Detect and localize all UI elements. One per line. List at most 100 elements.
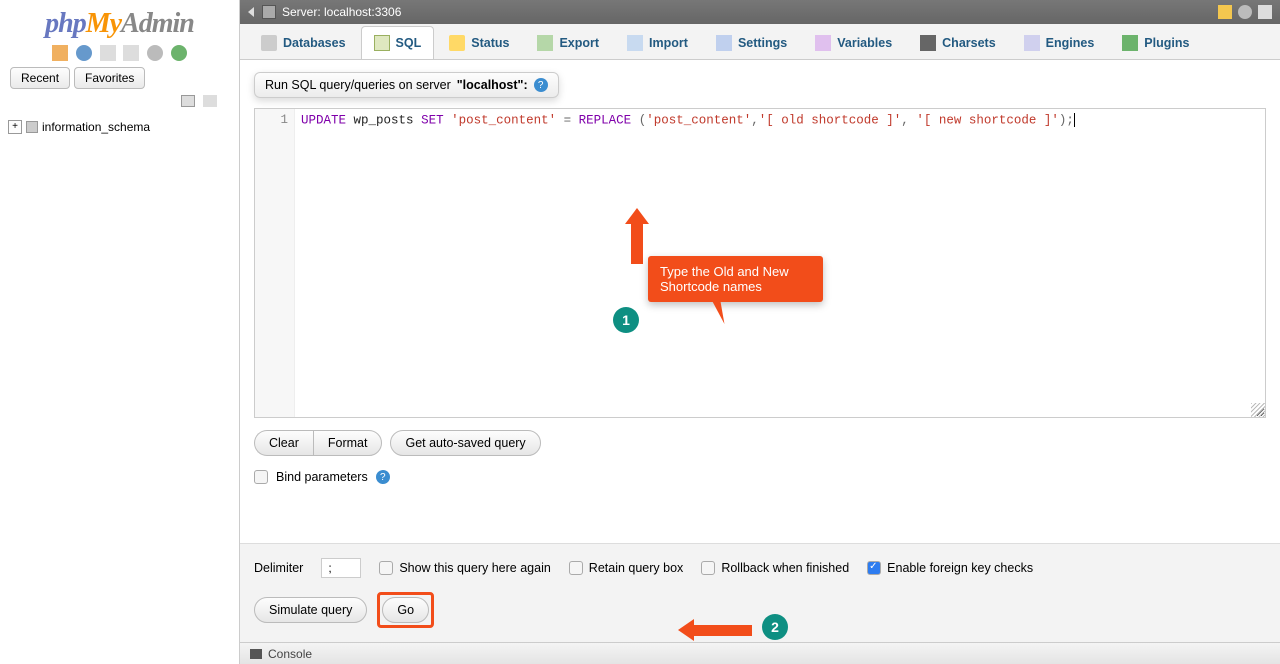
tab-label: Databases [283,36,346,50]
import-icon [627,35,643,51]
help-icon[interactable]: ? [534,78,548,92]
resize-handle[interactable] [1251,403,1265,417]
editor-gutter: 1 [255,109,295,417]
tab-databases[interactable]: Databases [248,26,359,59]
tab-settings[interactable]: Settings [703,26,800,59]
fk-checks-checkbox[interactable] [867,561,881,575]
clear-format-group: Clear Format [254,430,382,456]
database-icon [26,121,38,133]
tab-label: Import [649,36,688,50]
sidebar: phpMyAdmin Recent Favorites + informatio… [0,0,240,664]
server-label: Server: localhost:3306 [282,5,401,19]
tree-item-label: information_schema [42,120,150,134]
clear-button[interactable]: Clear [254,430,313,456]
line-number: 1 [280,113,288,127]
collapse-sidebar-icon[interactable] [248,7,254,17]
tab-label: Export [559,36,599,50]
sidebar-tree-controls [0,95,239,114]
annotation-badge-1: 1 [613,307,639,333]
home-icon[interactable] [52,45,68,61]
query-header-text: Run SQL query/queries on server [265,78,451,92]
delimiter-input[interactable] [321,558,361,578]
settings-icon[interactable] [147,45,163,61]
tab-label: Engines [1046,36,1095,50]
tab-charsets[interactable]: Charsets [907,26,1009,59]
recent-tab[interactable]: Recent [10,67,70,89]
tab-variables[interactable]: Variables [802,26,905,59]
tab-label: Settings [738,36,787,50]
expand-icon[interactable] [1258,5,1272,19]
status-icon [449,35,465,51]
show-again-label: Show this query here again [399,561,550,575]
tree-expand-icon[interactable]: + [8,120,22,134]
favorites-tab[interactable]: Favorites [74,67,145,89]
annotation-arrow-2 [678,619,752,641]
annotation-callout: Type the Old and New Shortcode names [648,256,823,302]
tab-label: Status [471,36,509,50]
delimiter-label: Delimiter [254,561,303,575]
server-breadcrumb-bar: Server: localhost:3306 [240,0,1280,24]
logo-part-php: php [45,8,86,39]
help-icon[interactable]: ? [376,470,390,484]
go-button[interactable]: Go [382,597,429,623]
link-icon[interactable] [203,95,217,107]
lock-icon[interactable] [1218,5,1232,19]
tab-export[interactable]: Export [524,26,612,59]
main-panel: Server: localhost:3306 Databases SQL Sta… [240,0,1280,664]
plugins-icon [1122,35,1138,51]
editor-action-row: Clear Format Get auto-saved query [254,430,1266,456]
tab-status[interactable]: Status [436,26,522,59]
get-autosaved-button[interactable]: Get auto-saved query [390,430,540,456]
logout-icon[interactable] [76,45,92,61]
query-footer: Delimiter Show this query here again Ret… [240,543,1280,642]
bind-params-row: Bind parameters ? [254,470,1266,484]
format-button[interactable]: Format [313,430,383,456]
databases-icon [261,35,277,51]
variables-icon [815,35,831,51]
server-icon [262,5,276,19]
show-again-checkbox[interactable] [379,561,393,575]
docs-icon[interactable] [100,45,116,61]
charsets-icon [920,35,936,51]
collapse-all-icon[interactable] [181,95,195,107]
tab-label: SQL [396,36,422,50]
tab-import[interactable]: Import [614,26,701,59]
tab-engines[interactable]: Engines [1011,26,1108,59]
annotation-badge-2: 2 [762,614,788,640]
text-cursor [1074,113,1075,127]
tab-sql[interactable]: SQL [361,26,435,59]
main-tabs: Databases SQL Status Export Import Setti… [240,24,1280,60]
fk-checks-label: Enable foreign key checks [887,561,1033,575]
tree-item-information-schema[interactable]: + information_schema [8,118,231,136]
go-button-highlight: Go [377,592,434,628]
annotation-arrow-1 [625,208,649,264]
bind-params-label: Bind parameters [276,470,368,484]
wrench-icon [716,35,732,51]
sql-docs-icon[interactable] [123,45,139,61]
phpmyadmin-logo: phpMyAdmin [0,0,239,42]
engines-icon [1024,35,1040,51]
bind-params-checkbox[interactable] [254,470,268,484]
query-header-server: "localhost": [457,78,528,92]
query-header: Run SQL query/queries on server "localho… [254,72,559,98]
export-icon [537,35,553,51]
simulate-query-button[interactable]: Simulate query [254,597,367,623]
console-bar[interactable]: Console [240,642,1280,664]
page-settings-icon[interactable] [1238,5,1252,19]
tab-label: Plugins [1144,36,1189,50]
rollback-checkbox[interactable] [701,561,715,575]
tab-label: Charsets [942,36,996,50]
rollback-label: Rollback when finished [721,561,849,575]
sidebar-quick-icons [0,42,239,67]
sql-icon [374,35,390,51]
db-tree: + information_schema [0,114,239,140]
tab-plugins[interactable]: Plugins [1109,26,1202,59]
reload-icon[interactable] [171,45,187,61]
retain-checkbox[interactable] [569,561,583,575]
console-label: Console [268,647,312,661]
sidebar-tabs: Recent Favorites [0,67,239,95]
logo-part-my: My [86,8,121,39]
console-icon [250,649,262,659]
retain-label: Retain query box [589,561,684,575]
logo-part-admin: Admin [121,8,194,39]
